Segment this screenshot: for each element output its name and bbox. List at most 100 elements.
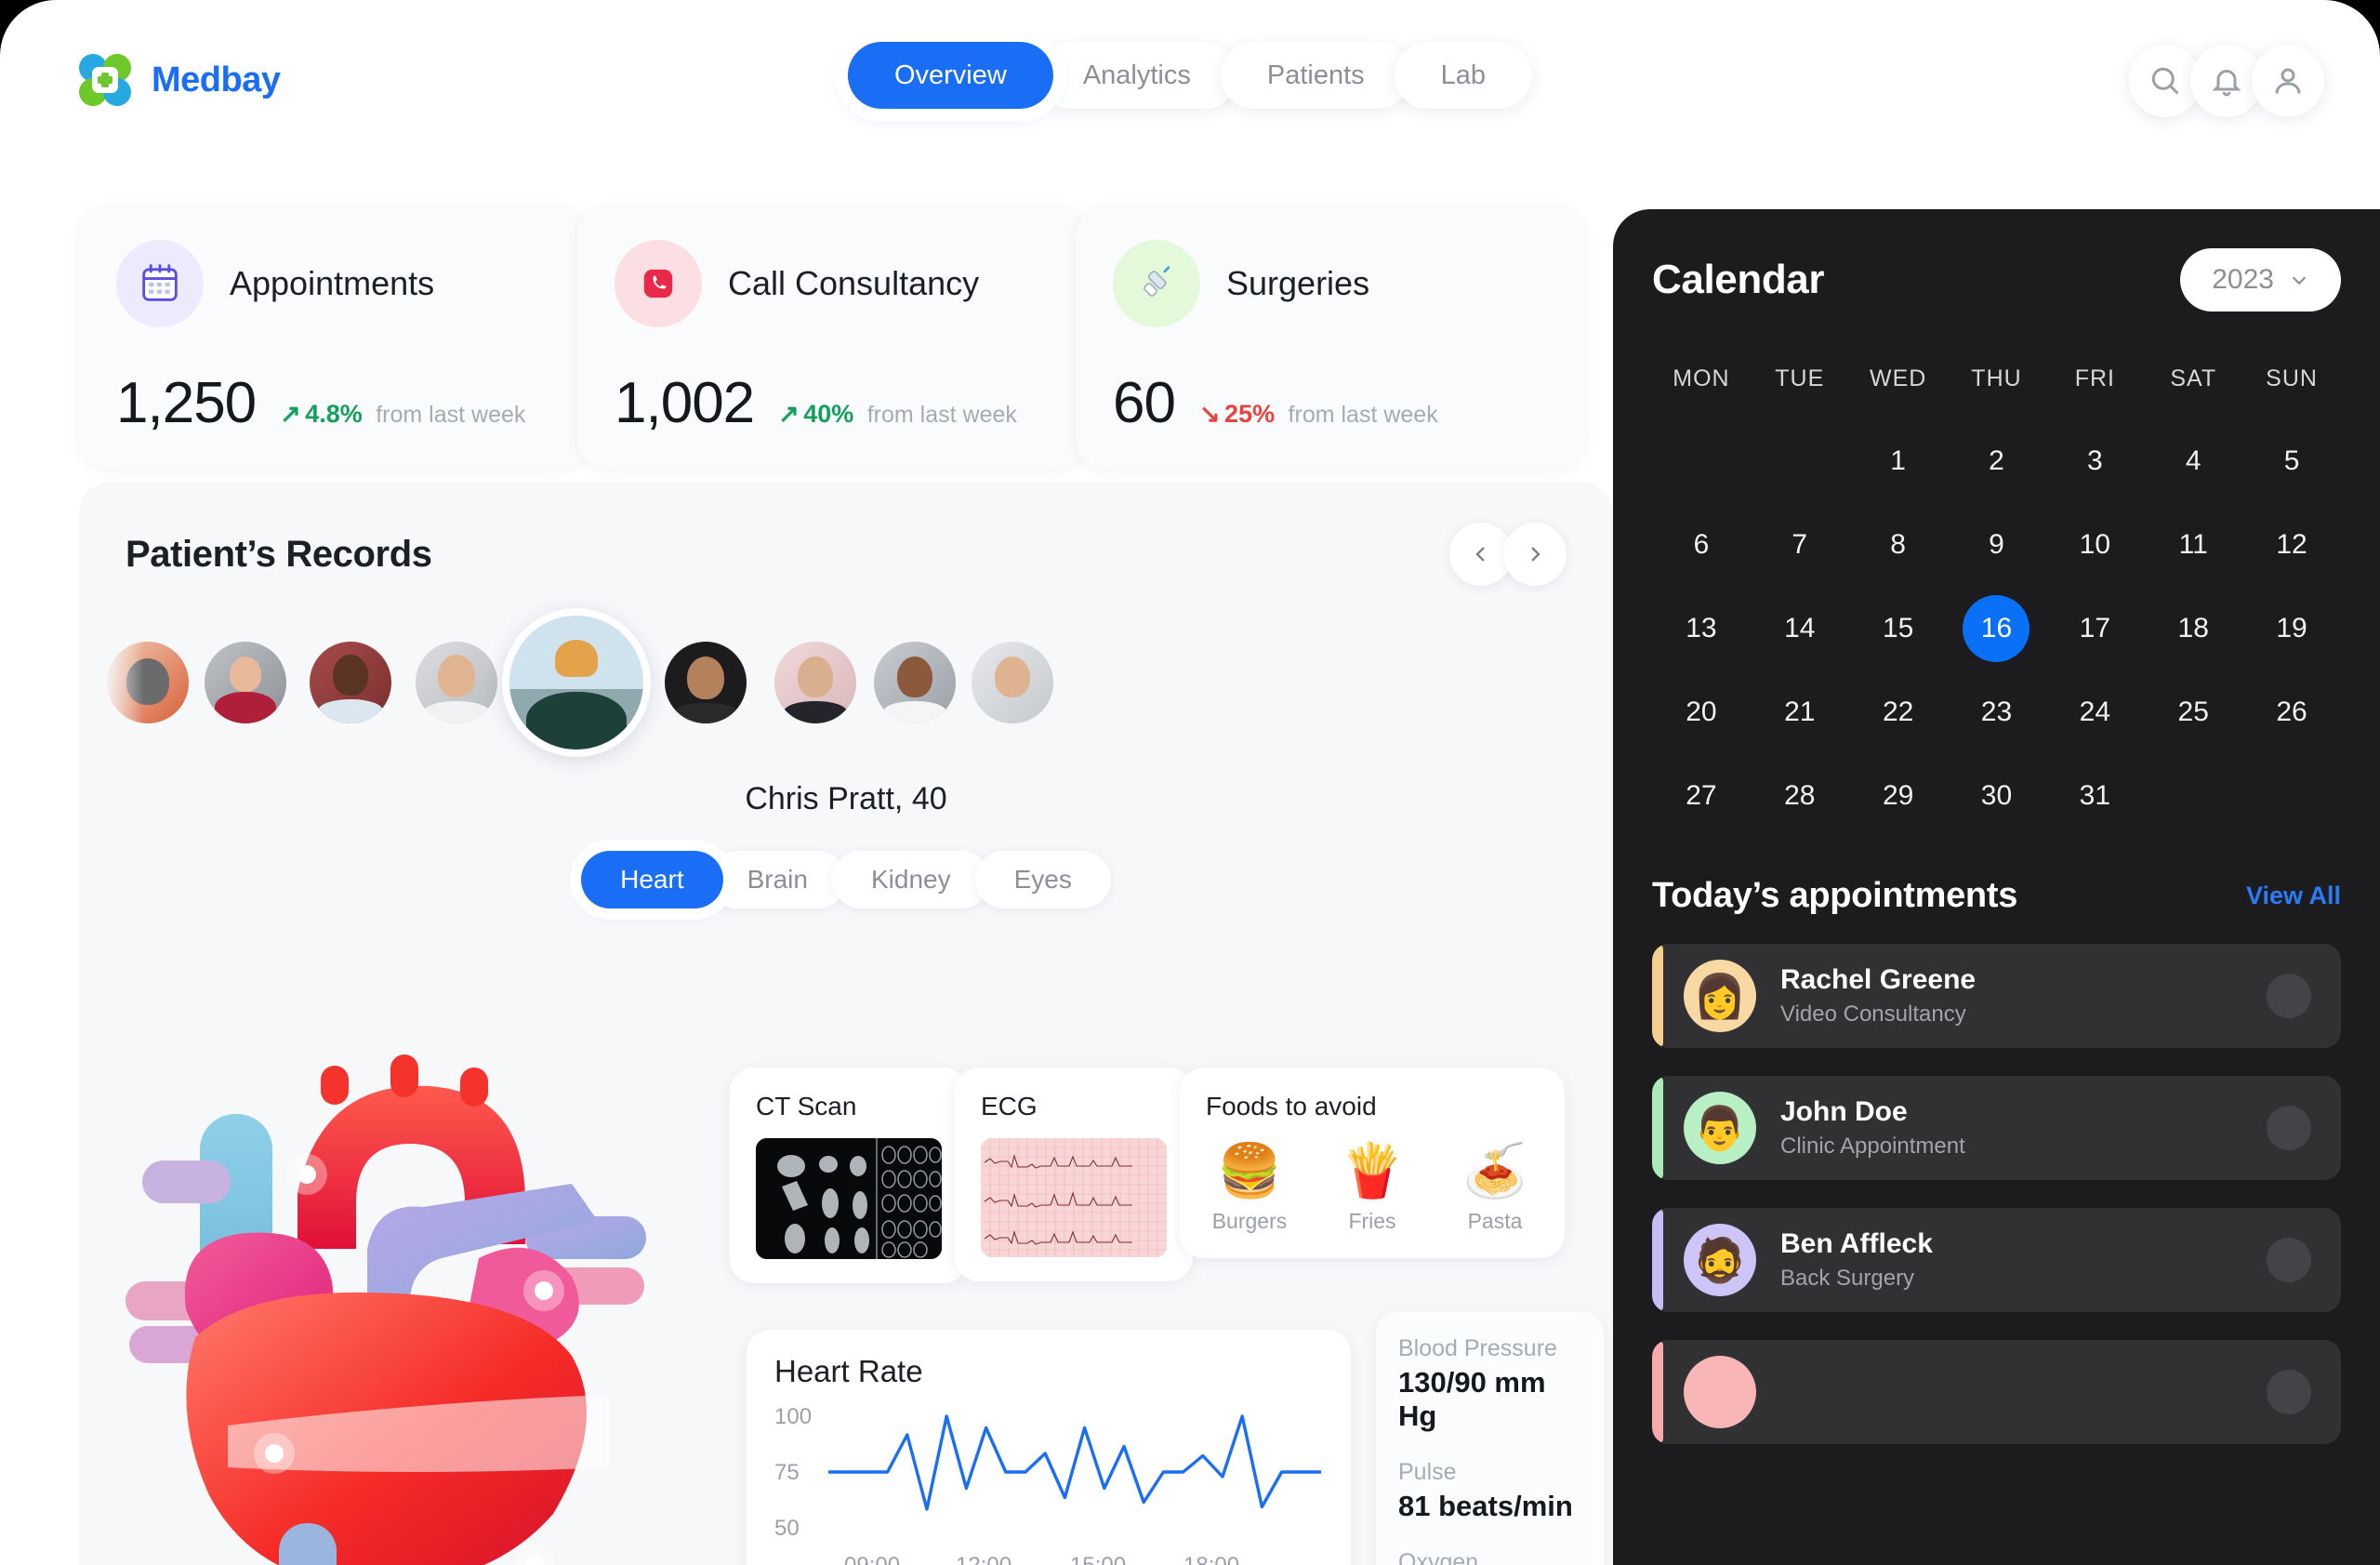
calendar-day[interactable]: 12 [2242,510,2341,580]
appointment-text: Ben Affleck Back Surgery [1780,1228,1933,1292]
search-icon [2151,67,2179,95]
stat-delta: 4.8% [305,400,363,428]
calendar-day[interactable]: 8 [1849,510,1948,580]
appointment-row[interactable]: 🧔 Ben Affleck Back Surgery [1652,1208,2341,1312]
calendar-day[interactable]: 13 [1652,593,1751,664]
stat-delta-arrow: ↘ [1198,400,1221,428]
appointment-action-button[interactable] [2267,974,2311,1018]
brand-logo[interactable]: Medbay [79,54,281,106]
patient-avatar[interactable] [205,642,286,723]
stat-delta-arrow: ↗ [280,400,301,428]
foods-list: 🍔 Burgers 🍟 Fries 🍝 Pasta [1206,1142,1539,1234]
tab-lab[interactable]: Lab [1394,42,1533,109]
calendar-day[interactable]: 29 [1849,761,1948,831]
stat-value: 1,250 [116,371,257,435]
patient-avatar[interactable] [416,642,497,723]
organ-tabs: Heart Brain Kidney Eyes [79,851,1613,908]
calendar-day[interactable]: 31 [2045,761,2144,831]
stat-delta-arrow: ↗ [778,400,800,428]
organ-tab-kidney[interactable]: Kidney [831,851,990,908]
stat-label: Call Consultancy [728,264,980,302]
calendar-day[interactable]: 30 [1948,761,2046,831]
vital-label: Blood Pressure [1398,1335,1557,1361]
stat-card-surgeries[interactable]: Surgeries 60 ↘ 25% from last week [1076,206,1585,469]
appointment-action-button[interactable] [2267,1106,2311,1150]
x-tick: 12:00 [956,1553,1012,1565]
calendar-day[interactable]: 4 [2144,426,2242,497]
organ-tab-heart[interactable]: Heart [581,851,723,908]
appointments-title: Today’s appointments [1652,876,2018,915]
carousel-next-button[interactable] [1503,523,1567,586]
records-header: Patient’s Records [79,482,1613,586]
calendar-days-grid: 1 2 3 4 5 6 7 8 9 10 11 12 13 14 15 16 17 18 19 20 21 22 23 24 2… [1652,426,2341,831]
detail-cards: CT Scan ECG Foods to avoid 🍔 Burgers 🍟 F… [730,1068,1565,1283]
calendar-day[interactable]: 22 [1849,677,1948,748]
stat-card-appointments[interactable]: Appointments 1,250 ↗ 4.8% from last week [79,206,588,469]
calendar-day[interactable]: 19 [2242,593,2341,664]
calendar-day[interactable]: 27 [1652,761,1751,831]
appointment-action-button[interactable] [2267,1238,2311,1282]
syringe-icon [1113,240,1200,327]
brand-name: Medbay [152,60,281,99]
calendar-day-selected[interactable]: 16 [1948,593,2046,664]
patient-avatar[interactable] [972,642,1053,723]
calendar-day[interactable]: 2 [1948,426,2046,497]
ecg-card[interactable]: ECG [955,1068,1193,1281]
calendar-day[interactable]: 17 [2045,593,2144,664]
calendar-day[interactable]: 9 [1948,510,2046,580]
fries-icon: 🍟 [1340,1141,1405,1200]
foods-to-avoid-card[interactable]: Foods to avoid 🍔 Burgers 🍟 Fries 🍝 Pasta [1180,1068,1565,1258]
calendar-day[interactable]: 20 [1652,677,1751,748]
patient-avatar-carousel [79,608,1613,757]
ct-scan-card[interactable]: CT Scan [730,1068,968,1283]
calendar-day[interactable]: 14 [1751,593,1849,664]
organ-tab-eyes[interactable]: Eyes [974,851,1111,908]
calendar-day[interactable]: 18 [2144,593,2242,664]
calendar-day[interactable]: 5 [2242,426,2341,497]
calendar-day[interactable]: 10 [2045,510,2144,580]
x-tick: 09:00 [844,1553,900,1565]
carousel-fade-left [79,616,144,755]
food-label: Pasta [1467,1208,1523,1233]
patient-avatar[interactable] [665,642,747,723]
appointment-action-button[interactable] [2267,1370,2311,1414]
calendar-day[interactable]: 7 [1751,510,1849,580]
year-selector[interactable]: 2023 [2180,248,2341,312]
weekday-label: MON [1673,365,1730,391]
calendar-day[interactable]: 26 [2242,677,2341,748]
appointment-row[interactable]: 👨 John Doe Clinic Appointment [1652,1076,2341,1180]
app-header: Medbay Overview Analytics Patients Lab [0,0,2380,149]
calendar-day[interactable]: 1 [1849,426,1948,497]
calendar-day[interactable]: 21 [1751,677,1849,748]
calendar-title: Calendar [1652,257,1825,302]
tab-overview[interactable]: Overview [847,42,1053,109]
calendar-day[interactable]: 6 [1652,510,1751,580]
tab-analytics[interactable]: Analytics [1036,42,1237,109]
stat-delta-note: from last week [1288,402,1438,428]
organ-tab-brain[interactable]: Brain [707,851,847,908]
calendar-day[interactable]: 11 [2144,510,2242,580]
appointment-row[interactable]: 👩 Rachel Greene Video Consultancy [1652,944,2341,1048]
calendar-day-blank [1751,426,1849,497]
calendar-day[interactable]: 28 [1751,761,1849,831]
weekday-label: SAT [2170,365,2217,391]
stat-label: Appointments [230,264,435,302]
patient-avatar[interactable] [310,642,391,723]
patient-avatar-selected[interactable] [502,608,651,757]
stat-delta: 40% [803,400,854,428]
appointment-name: John Doe [1780,1096,1908,1127]
profile-button[interactable] [2252,45,2324,117]
appointment-row[interactable] [1652,1340,2341,1444]
calendar-day[interactable]: 23 [1948,677,2046,748]
calendar-day[interactable]: 15 [1849,593,1948,664]
tab-patients[interactable]: Patients [1220,42,1411,109]
view-all-link[interactable]: View All [2246,882,2341,910]
vital-blood-pressure: Blood Pressure 130/90 mm Hg [1398,1335,1581,1433]
calendar-day[interactable]: 24 [2045,677,2144,748]
calendar-day[interactable]: 25 [2144,677,2242,748]
ecg-strip-image [981,1138,1167,1257]
patient-avatar[interactable] [874,642,956,723]
stat-card-call-consultancy[interactable]: Call Consultancy 1,002 ↗ 40% from last w… [577,206,1087,469]
calendar-day[interactable]: 3 [2045,426,2144,497]
patient-avatar[interactable] [774,642,856,723]
